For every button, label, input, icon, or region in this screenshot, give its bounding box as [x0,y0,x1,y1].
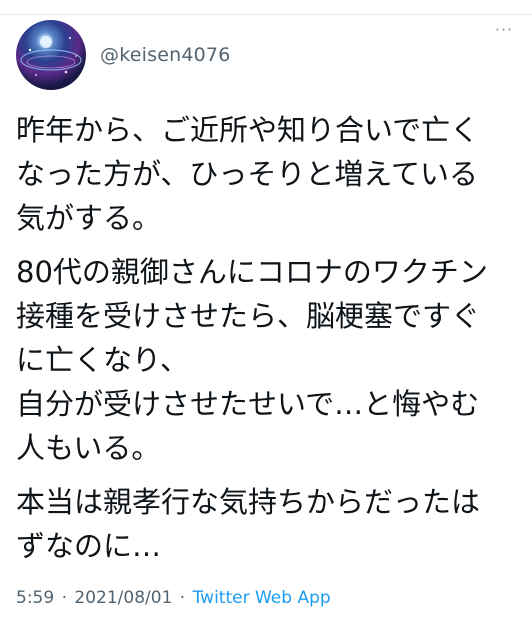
tweet-line: なった方が、ひっそりと増えている [16,157,478,191]
tweet-card: @keisen4076 ··· 昨年から、ご近所や知り合いで亡く なった方が、ひ… [0,0,532,632]
tweet-line: 自分が受けさせたせいで…と悔やむ [16,387,480,421]
tweet-line: 80代の親御さんにコロナのワクチン [16,255,488,289]
avatar[interactable] [16,20,86,90]
meta-separator: · [179,588,186,608]
tweet-paragraph: 本当は親孝行な気持ちからだったは ずなのに… [16,480,520,568]
tweet-line: に亡くなり、 [16,343,189,377]
more-horizontal-icon[interactable]: ··· [490,22,518,38]
tweet-paragraph: 昨年から、ご近所や知り合いで亡く なった方が、ひっそりと増えている 気がする。 [16,108,520,240]
tweet-source-app[interactable]: Twitter Web App [193,588,331,608]
tweet-line: ずなのに… [16,529,162,563]
tweet-header: @keisen4076 ··· [14,20,518,92]
tweet-date[interactable]: 2021/08/01 [74,588,172,608]
tweet-paragraph: 80代の親御さんにコロナのワクチン 接種を受けさせたら、脳梗塞ですぐ に亡くなり… [16,250,520,470]
tweet-line: 人もいる。 [16,431,161,465]
avatar-image [20,36,82,76]
tweet-line: 本当は親孝行な気持ちからだったは [16,485,481,519]
tweet-meta: 5:59 · 2021/08/01 · Twitter Web App [16,588,331,608]
meta-separator: · [61,588,67,608]
author-handle[interactable]: @keisen4076 [100,44,230,66]
tweet-time[interactable]: 5:59 [16,588,54,608]
tweet-line: 接種を受けさせたら、脳梗塞ですぐ [16,299,481,333]
tweet-text: 昨年から、ご近所や知り合いで亡く なった方が、ひっそりと増えている 気がする。 … [16,108,520,578]
divider [0,14,532,15]
tweet-line: 気がする。 [16,201,162,235]
tweet-line: 昨年から、ご近所や知り合いで亡く [16,113,480,147]
